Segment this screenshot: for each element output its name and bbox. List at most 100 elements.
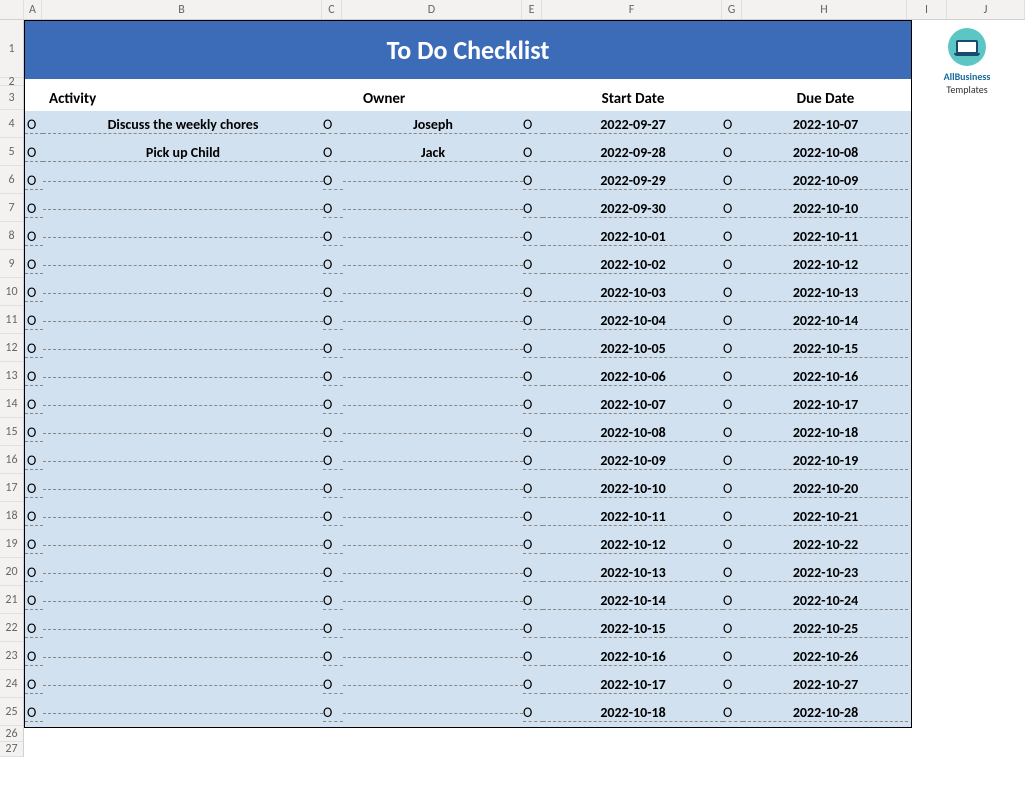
table-row[interactable]: OPick up ChildOJackO2022-09-28O2022-10-0… bbox=[25, 139, 911, 167]
due-date-cell[interactable]: 2022-10-12 bbox=[743, 256, 908, 274]
owner-cell[interactable] bbox=[343, 237, 523, 238]
due-date-cell[interactable]: 2022-10-25 bbox=[743, 620, 908, 638]
activity-cell[interactable] bbox=[43, 237, 323, 238]
start-date-cell[interactable]: 2022-10-10 bbox=[543, 480, 723, 498]
row-header-2[interactable]: 2 bbox=[0, 78, 23, 86]
owner-cell[interactable] bbox=[343, 181, 523, 182]
row-header-17[interactable]: 17 bbox=[0, 474, 23, 502]
start-date-cell[interactable]: 2022-10-04 bbox=[543, 312, 723, 330]
marker-cell[interactable]: O bbox=[323, 228, 343, 246]
table-row[interactable]: OOO2022-10-13O2022-10-23 bbox=[25, 559, 911, 587]
row-header-7[interactable]: 7 bbox=[0, 194, 23, 222]
marker-cell[interactable]: O bbox=[25, 368, 43, 386]
start-date-cell[interactable]: 2022-10-05 bbox=[543, 340, 723, 358]
activity-cell[interactable] bbox=[43, 433, 323, 434]
marker-cell[interactable]: O bbox=[323, 564, 343, 582]
row-header-27[interactable]: 27 bbox=[0, 742, 23, 757]
table-row[interactable]: OOO2022-10-14O2022-10-24 bbox=[25, 587, 911, 615]
marker-cell[interactable]: O bbox=[25, 452, 43, 470]
marker-cell[interactable]: O bbox=[523, 564, 543, 582]
due-date-cell[interactable]: 2022-10-28 bbox=[743, 704, 908, 722]
start-date-cell[interactable]: 2022-09-27 bbox=[543, 116, 723, 134]
marker-cell[interactable]: O bbox=[25, 284, 43, 302]
marker-cell[interactable]: O bbox=[25, 256, 43, 274]
table-row[interactable]: OOO2022-10-06O2022-10-16 bbox=[25, 363, 911, 391]
owner-cell[interactable] bbox=[343, 433, 523, 434]
due-date-cell[interactable]: 2022-10-19 bbox=[743, 452, 908, 470]
start-date-cell[interactable]: 2022-10-17 bbox=[543, 676, 723, 694]
marker-cell[interactable]: O bbox=[523, 508, 543, 526]
due-date-cell[interactable]: 2022-10-08 bbox=[743, 144, 908, 162]
row-header-23[interactable]: 23 bbox=[0, 642, 23, 670]
table-row[interactable]: OOO2022-10-09O2022-10-19 bbox=[25, 447, 911, 475]
marker-cell[interactable]: O bbox=[25, 312, 43, 330]
marker-cell[interactable]: O bbox=[723, 676, 743, 694]
start-date-cell[interactable]: 2022-10-12 bbox=[543, 536, 723, 554]
activity-cell[interactable] bbox=[43, 321, 323, 322]
col-header-I[interactable]: I bbox=[907, 0, 947, 19]
activity-cell[interactable] bbox=[43, 405, 323, 406]
owner-cell[interactable] bbox=[343, 657, 523, 658]
marker-cell[interactable]: O bbox=[323, 536, 343, 554]
row-header-5[interactable]: 5 bbox=[0, 138, 23, 166]
start-date-cell[interactable]: 2022-10-14 bbox=[543, 592, 723, 610]
row-header-6[interactable]: 6 bbox=[0, 166, 23, 194]
marker-cell[interactable]: O bbox=[523, 228, 543, 246]
row-header-19[interactable]: 19 bbox=[0, 530, 23, 558]
owner-cell[interactable] bbox=[343, 265, 523, 266]
start-date-cell[interactable]: 2022-09-29 bbox=[543, 172, 723, 190]
activity-cell[interactable] bbox=[43, 601, 323, 602]
table-row[interactable]: OOO2022-10-17O2022-10-27 bbox=[25, 671, 911, 699]
owner-cell[interactable] bbox=[343, 377, 523, 378]
marker-cell[interactable]: O bbox=[523, 676, 543, 694]
table-row[interactable]: OOO2022-10-04O2022-10-14 bbox=[25, 307, 911, 335]
due-date-cell[interactable]: 2022-10-24 bbox=[743, 592, 908, 610]
row-header-25[interactable]: 25 bbox=[0, 698, 23, 726]
table-row[interactable]: OOO2022-09-29O2022-10-09 bbox=[25, 167, 911, 195]
marker-cell[interactable]: O bbox=[723, 508, 743, 526]
marker-cell[interactable]: O bbox=[723, 172, 743, 190]
owner-cell[interactable] bbox=[343, 545, 523, 546]
marker-cell[interactable]: O bbox=[723, 340, 743, 358]
owner-cell[interactable] bbox=[343, 629, 523, 630]
col-header-C[interactable]: C bbox=[322, 0, 342, 19]
owner-cell[interactable] bbox=[343, 405, 523, 406]
table-row[interactable]: OOO2022-10-12O2022-10-22 bbox=[25, 531, 911, 559]
col-header-E[interactable]: E bbox=[522, 0, 542, 19]
marker-cell[interactable]: O bbox=[323, 368, 343, 386]
marker-cell[interactable]: O bbox=[523, 200, 543, 218]
activity-cell[interactable]: Discuss the weekly chores bbox=[43, 116, 323, 134]
marker-cell[interactable]: O bbox=[25, 564, 43, 582]
activity-cell[interactable] bbox=[43, 517, 323, 518]
marker-cell[interactable]: O bbox=[523, 424, 543, 442]
owner-cell[interactable] bbox=[343, 489, 523, 490]
marker-cell[interactable]: O bbox=[723, 536, 743, 554]
row-header-14[interactable]: 14 bbox=[0, 390, 23, 418]
col-header-D[interactable]: D bbox=[342, 0, 522, 19]
owner-cell[interactable] bbox=[343, 461, 523, 462]
start-date-cell[interactable]: 2022-10-11 bbox=[543, 508, 723, 526]
marker-cell[interactable]: O bbox=[323, 200, 343, 218]
row-header-13[interactable]: 13 bbox=[0, 362, 23, 390]
marker-cell[interactable]: O bbox=[25, 396, 43, 414]
row-header-4[interactable]: 4 bbox=[0, 110, 23, 138]
marker-cell[interactable]: O bbox=[723, 256, 743, 274]
row-header-3[interactable]: 3 bbox=[0, 86, 23, 110]
row-header-8[interactable]: 8 bbox=[0, 222, 23, 250]
due-date-cell[interactable]: 2022-10-20 bbox=[743, 480, 908, 498]
marker-cell[interactable]: O bbox=[323, 340, 343, 358]
due-date-cell[interactable]: 2022-10-10 bbox=[743, 200, 908, 218]
due-date-cell[interactable]: 2022-10-17 bbox=[743, 396, 908, 414]
marker-cell[interactable]: O bbox=[323, 508, 343, 526]
start-date-cell[interactable]: 2022-10-13 bbox=[543, 564, 723, 582]
marker-cell[interactable]: O bbox=[723, 592, 743, 610]
table-row[interactable]: OOO2022-10-07O2022-10-17 bbox=[25, 391, 911, 419]
due-date-cell[interactable]: 2022-10-16 bbox=[743, 368, 908, 386]
marker-cell[interactable]: O bbox=[323, 312, 343, 330]
marker-cell[interactable]: O bbox=[723, 312, 743, 330]
row-header-16[interactable]: 16 bbox=[0, 446, 23, 474]
marker-cell[interactable]: O bbox=[25, 228, 43, 246]
table-row[interactable]: OOO2022-10-01O2022-10-11 bbox=[25, 223, 911, 251]
col-header-A[interactable]: A bbox=[24, 0, 42, 19]
table-row[interactable]: OOO2022-10-18O2022-10-28 bbox=[25, 699, 911, 727]
